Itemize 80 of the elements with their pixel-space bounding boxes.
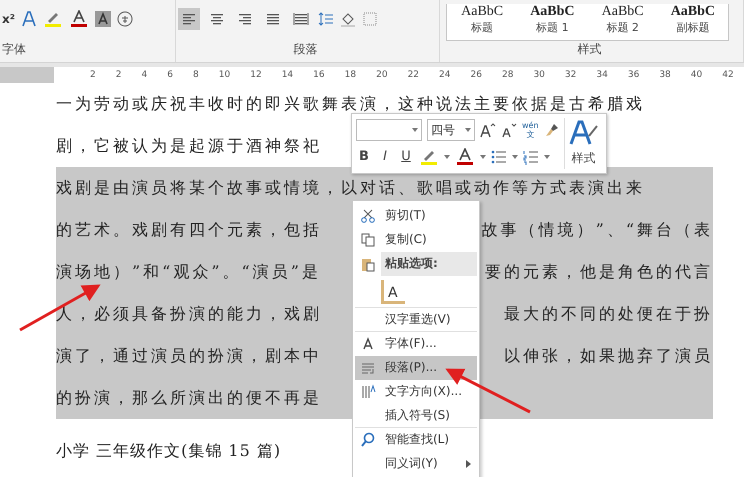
ruler-number: 26 [470, 70, 482, 80]
highlighter-icon[interactable] [43, 10, 63, 28]
group-label: 样式 [578, 41, 602, 58]
font-size-field[interactable]: 四号 [427, 119, 475, 142]
menu-item[interactable]: 字体(F)... [355, 332, 477, 356]
caret-icon [444, 154, 450, 159]
ruler-number: 32 [564, 70, 576, 80]
align-center-icon [209, 11, 225, 27]
menu-item[interactable]: 汉字重选(V) [355, 308, 477, 332]
paste-keep-text-button[interactable]: A [381, 280, 405, 304]
caret-icon [412, 128, 418, 132]
text-effect-icon[interactable] [21, 11, 37, 27]
font-color-icon[interactable] [455, 148, 475, 166]
ruler-number: 10 [218, 70, 230, 80]
borders-icon[interactable] [362, 11, 378, 27]
ruler-number: 6 [167, 70, 173, 80]
menu-item[interactable]: 文字方向(X)... [355, 380, 477, 404]
styles-button[interactable]: 样式 [564, 118, 603, 169]
font-color-icon[interactable] [69, 10, 89, 28]
ruler-number: 38 [659, 70, 671, 80]
ruler-number: 2 [116, 70, 122, 80]
superscript-button[interactable]: x² [2, 12, 15, 26]
scissors-icon [360, 208, 376, 224]
align-left-icon [181, 11, 197, 27]
caret-icon [512, 154, 518, 159]
menu-item[interactable]: 智能查找(L) [355, 428, 477, 452]
ruler-number: 8 [193, 70, 199, 80]
style-option[interactable]: AaBbC 标题 2 [588, 4, 658, 40]
ruler-number: 42 [722, 70, 734, 80]
heading-text: 小学 三年级作文(集锦 15 篇) [56, 441, 282, 462]
caret-icon [480, 154, 486, 159]
ruler-number: 30 [533, 70, 545, 80]
text-style-icon [568, 120, 599, 146]
menu-item[interactable]: 段落(P)... [355, 356, 477, 380]
ruler-number: 12 [250, 70, 262, 80]
ruler-number: 20 [376, 70, 388, 80]
copy-icon [360, 232, 376, 248]
bold-button[interactable]: B [356, 149, 372, 164]
ruler-number: 36 [628, 70, 640, 80]
submenu-arrow-icon [466, 460, 471, 468]
menu-item[interactable]: 复制(C) [355, 228, 477, 252]
align-distribute-icon [293, 11, 309, 27]
character-shading-icon[interactable] [95, 11, 111, 27]
bullets-icon[interactable] [491, 148, 507, 165]
phonetic-guide-button[interactable]: wén 文 [522, 121, 539, 140]
group-label: 段落 [294, 41, 318, 58]
align-button[interactable] [178, 8, 200, 30]
grow-font-icon[interactable] [480, 122, 496, 138]
enclosed-character-icon[interactable] [117, 11, 133, 27]
menu-item[interactable]: 插入符号(S) [355, 404, 477, 428]
ruler-number: 16 [313, 70, 325, 80]
line-spacing-icon[interactable] [318, 11, 334, 27]
ruler-number: 24 [439, 70, 450, 80]
italic-button[interactable]: I [377, 149, 393, 164]
menu-item[interactable]: 同义词(Y) [355, 452, 477, 476]
ruler-number: 34 [596, 70, 608, 80]
caret-icon [544, 154, 550, 159]
style-option[interactable]: AaBbC 标题 [447, 4, 518, 40]
group-label: 字体 [2, 41, 26, 58]
ruler-number: 14 [282, 70, 294, 80]
font-name-field[interactable] [356, 119, 422, 142]
align-justify-icon [265, 11, 281, 27]
ruler-number: 28 [502, 70, 514, 80]
search-icon [360, 432, 376, 448]
format-painter-icon[interactable] [544, 122, 560, 138]
style-option[interactable]: AaBbC 副标题 [658, 4, 728, 40]
caret-icon [465, 128, 471, 132]
ruler-number: 4 [142, 70, 148, 80]
align-right-icon [237, 11, 253, 27]
shrink-font-icon[interactable] [501, 122, 517, 138]
ruler-number: 18 [344, 70, 356, 80]
numbering-icon[interactable] [523, 148, 539, 165]
ruler-number: 22 [408, 70, 420, 80]
ruler-number: 40 [690, 70, 702, 80]
text-direction-icon [360, 384, 376, 400]
paint-bucket-icon[interactable] [340, 11, 356, 27]
text-line: 剧，它被认为是起源于酒神祭祀 [56, 134, 322, 156]
underline-button[interactable]: U [398, 149, 414, 164]
ruler-number: 2 [90, 70, 96, 80]
style-option[interactable]: AaBbC 标题 1 [517, 4, 588, 40]
